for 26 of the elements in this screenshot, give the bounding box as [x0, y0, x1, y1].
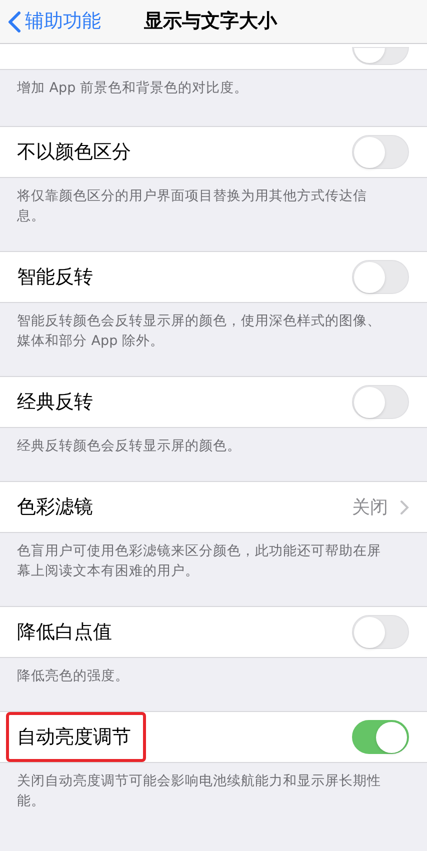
page-title: 显示与文字大小	[144, 9, 277, 34]
settings-row[interactable]: 降低白点值	[0, 606, 427, 658]
footer-note: 将仅靠颜色区分的用户界面项目替换为用其他方式传达信息。	[16, 187, 368, 226]
toggle-switch[interactable]	[352, 720, 409, 754]
settings-row[interactable]: 经典反转	[0, 376, 427, 428]
settings-row[interactable]: 智能反转	[0, 251, 427, 303]
chevron-right-icon	[400, 500, 409, 514]
setting-label: 智能反转	[17, 264, 93, 290]
footer-note: 降低亮色的强度。	[16, 667, 130, 686]
settings-row[interactable]: 自动亮度调节	[0, 711, 427, 763]
footer-note: 经典反转颜色会反转显示屏的颜色。	[16, 437, 242, 456]
footer-note: 增加 App 前景色和背景色的对比度。	[16, 79, 249, 98]
setting-label: 不以颜色区分	[17, 140, 131, 165]
footer-note: 关闭自动亮度调节可能会影响电池续航能力和显示屏长期性能。	[16, 772, 382, 811]
back-button[interactable]: 辅助功能	[0, 7, 101, 36]
footer-note: 色盲用户可使用色彩滤镜来区分颜色，此功能还可帮助在屏幕上阅读文本有困难的用户。	[16, 542, 382, 581]
setting-value: 关闭	[352, 496, 388, 520]
back-chevron-icon	[8, 10, 21, 32]
setting-label: 经典反转	[17, 390, 93, 415]
setting-label: 降低白点值	[17, 620, 112, 645]
footer-note: 智能反转颜色会反转显示屏的颜色，使用深色样式的图像、媒体和部分 App 除外。	[16, 312, 382, 351]
settings-row[interactable]: 色彩滤镜 关闭	[0, 481, 427, 533]
settings-row[interactable]	[0, 44, 427, 70]
settings-row[interactable]: 不以颜色区分	[0, 126, 427, 178]
setting-label: 自动亮度调节	[17, 724, 131, 750]
setting-label: 色彩滤镜	[17, 494, 93, 520]
